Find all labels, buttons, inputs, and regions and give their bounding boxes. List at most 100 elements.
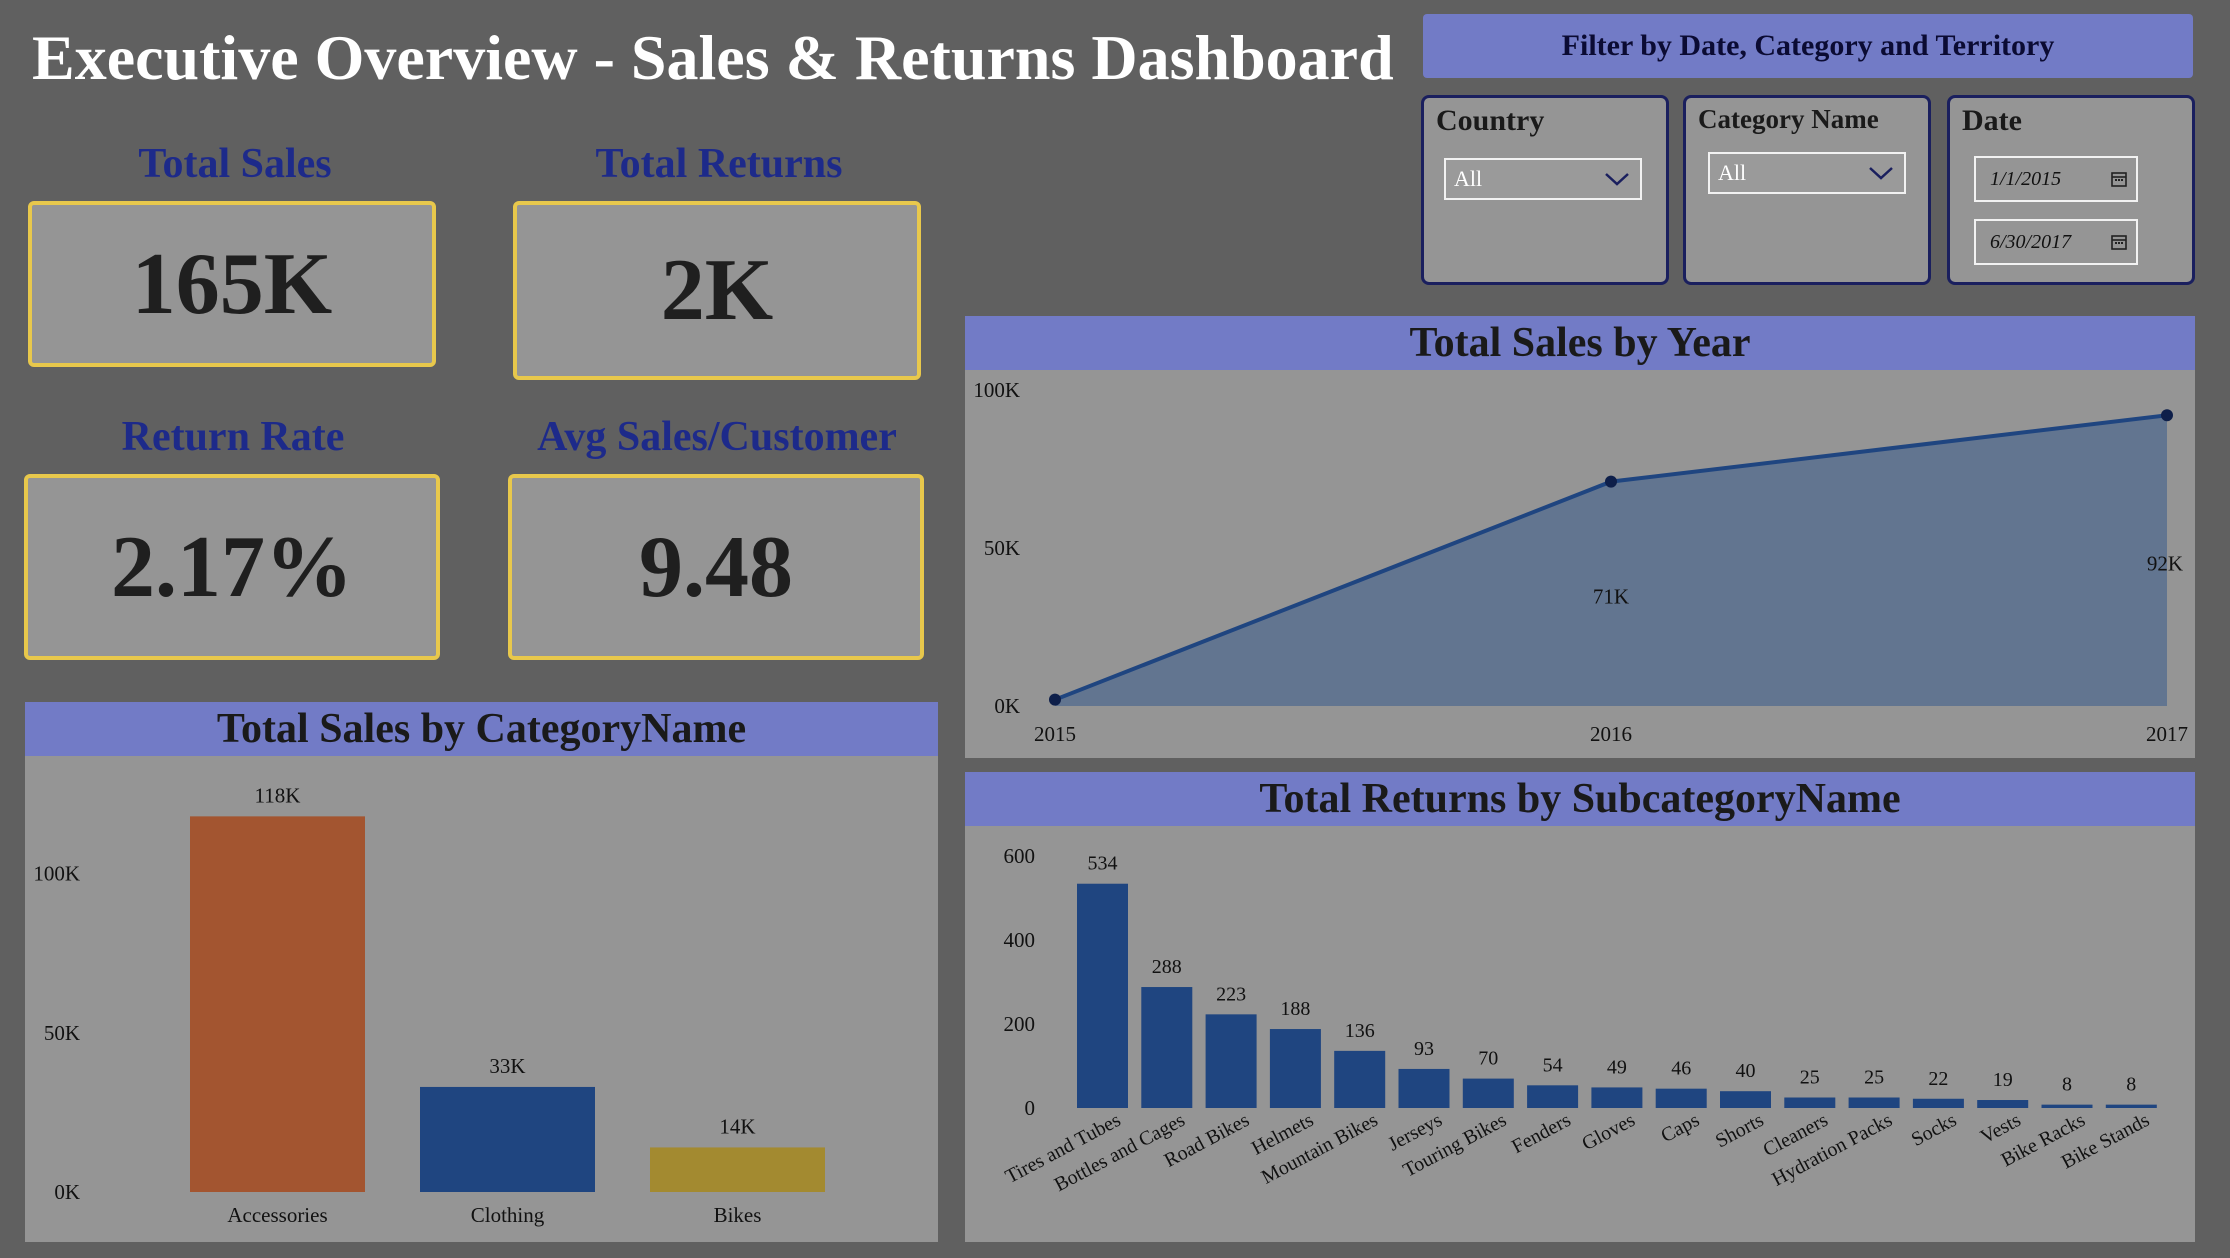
y-tick-label: 0K [54,1180,80,1204]
start-date-value: 1/1/2015 [1990,168,2062,190]
sales-by-year-panel: Total Sales by Year 0K 50K 100K 2015 2016 71K… [965,316,2195,758]
sales-by-year-title: Total Sales by Year [965,316,2195,370]
total-returns-card: 2K [513,201,921,380]
total-returns-label: Total Returns [595,141,843,187]
calendar-icon[interactable] [2110,233,2128,251]
sales-by-category-chart: 0K 50K 100K 118K Accessories 33K Clothing 14K Bi… [33,783,825,1227]
country-slicer-label: Country [1436,104,1545,137]
x-tick-label: Shorts [1712,1109,1768,1153]
country-dropdown[interactable]: All [1444,158,1642,200]
y-tick-label: 50K [44,1021,80,1045]
data-label: 93 [1414,1038,1434,1060]
area-fill [1055,415,2167,706]
x-tick-label: Fenders [1508,1109,1574,1158]
start-date-input[interactable]: 1/1/2015 [1974,156,2138,202]
bar [1462,1078,1514,1108]
total-sales-value: 165K [131,235,333,333]
data-point [1049,693,1061,706]
data-label: 118K [255,783,301,807]
data-label: 46 [1671,1058,1691,1080]
data-label: 288 [1152,956,1182,978]
data-label: 25 [1800,1067,1820,1089]
calendar-icon[interactable] [2110,170,2128,188]
y-tick-label: 50K [984,536,1020,560]
bar [420,1086,595,1192]
country-dropdown-value: All [1454,166,1483,191]
return-rate-label: Return Rate [121,414,345,460]
x-tick-label: Clothing [471,1203,545,1227]
sales-by-category-panel: Total Sales by CategoryName 0K 50K 100K 118… [25,702,938,1242]
x-tick-label: 2015 [1034,722,1076,746]
x-tick-label: 2016 [1590,722,1632,746]
data-label: 14K [719,1114,755,1138]
return-rate-value: 2.17% [111,518,353,616]
x-tick-label: Socks [1908,1109,1961,1151]
data-label: 223 [1216,983,1246,1005]
bar [1527,1085,1579,1108]
avg-sales-card: 9.48 [508,474,924,660]
category-slicer-label: Category Name [1698,104,1879,134]
bar [1848,1097,1900,1108]
y-tick-label: 100K [973,378,1020,402]
data-label: 33K [489,1054,525,1078]
y-tick-label: 400 [1004,928,1036,952]
bar [1141,987,1193,1108]
bar [650,1147,825,1192]
bar [1720,1091,1771,1108]
bar [1269,1029,1321,1108]
x-tick-label: 2017 [2146,722,2188,746]
return-rate-card: 2.17% [24,474,440,660]
bar [2105,1104,2157,1108]
data-label: 71K [1593,585,1629,609]
bar [190,816,365,1192]
total-sales-card: 165K [28,201,436,367]
y-tick-label: 0K [994,694,1020,718]
sales-by-category-title: Total Sales by CategoryName [25,702,938,756]
bar [1977,1100,2029,1108]
data-label: 49 [1607,1056,1627,1078]
returns-by-subcategory-chart: 0200400600 534Tires and Tubes288Bottles a… [1002,844,2157,1196]
bar [2041,1104,2093,1108]
category-dropdown[interactable]: All [1708,152,1906,194]
avg-sales-label: Avg Sales/Customer [537,414,897,460]
avg-sales-value: 9.48 [639,518,793,616]
data-label: 22 [1928,1068,1948,1090]
y-tick-label: 200 [1004,1012,1036,1036]
chevron-down-icon [1605,173,1629,186]
x-tick-label: Accessories [227,1203,327,1227]
category-slicer: Category Name All [1683,95,1931,285]
returns-by-subcategory-panel: Total Returns by SubcategoryName 0 200 400… [965,772,2195,1242]
end-date-input[interactable]: 6/30/2017 [1974,219,2138,265]
total-returns-value: 2K [660,242,774,339]
sales-by-year-chart: 0K 50K 100K 2015 2016 71K 2017 92K [973,378,2188,746]
data-label: 8 [2062,1074,2072,1096]
y-tick-label: 100K [33,862,80,886]
bar [1655,1088,1707,1108]
bar [1398,1068,1450,1108]
bar [1591,1087,1643,1108]
data-label: 534 [1088,853,1118,875]
filter-banner: Filter by Date, Category and Territory [1423,14,2193,78]
data-label: 136 [1345,1020,1375,1042]
total-sales-label: Total Sales [138,141,332,187]
data-label: 188 [1280,998,1310,1020]
data-point [2161,409,2173,422]
page-title: Executive Overview - Sales & Returns Das… [32,22,1394,93]
data-label: 19 [1993,1069,2013,1091]
returns-by-subcategory-title: Total Returns by SubcategoryName [965,772,2195,826]
data-label: 70 [1478,1048,1498,1070]
chevron-down-icon [1869,167,1893,180]
bar [1784,1097,1836,1108]
bar [1912,1098,1964,1108]
data-label: 40 [1736,1060,1756,1082]
x-tick-label: Caps [1657,1109,1703,1147]
data-label: 8 [2126,1074,2136,1096]
end-date-value: 6/30/2017 [1990,231,2072,253]
x-tick-label: Gloves [1578,1109,1639,1155]
data-point [1605,475,1617,488]
country-slicer: Country All [1421,95,1669,285]
x-tick-label: Bikes [714,1203,762,1227]
category-dropdown-value: All [1718,160,1747,185]
y-tick-label: 0 [1025,1096,1036,1120]
y-tick-label: 600 [1004,844,1036,868]
